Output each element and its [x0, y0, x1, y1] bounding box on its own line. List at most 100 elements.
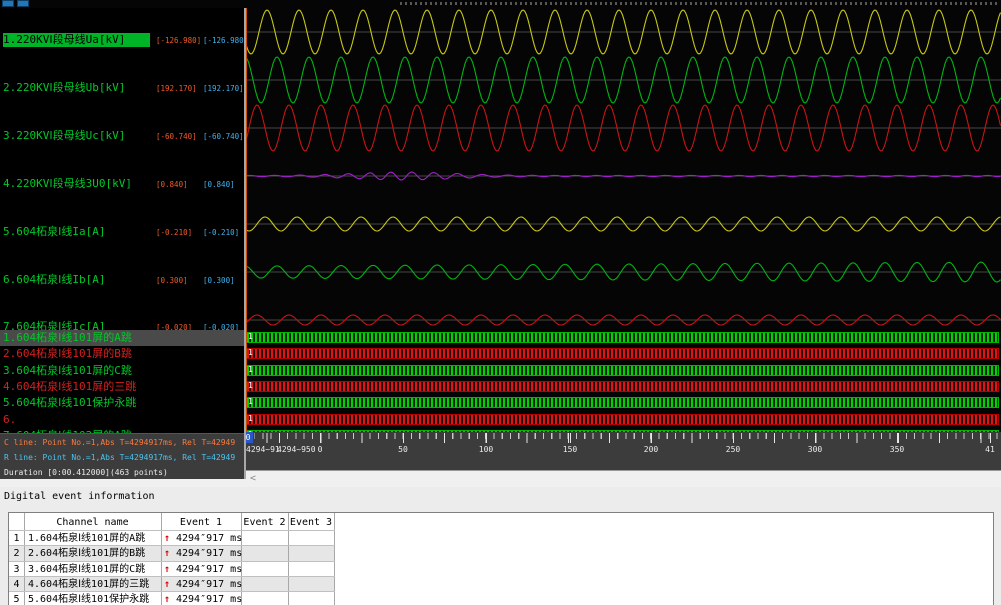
column-header: Event 3: [288, 516, 334, 529]
digital-channel-row[interactable]: 6.: [3, 413, 244, 427]
time-axis-label: 300: [808, 445, 822, 455]
digital-channel-label: 6.: [3, 413, 16, 426]
analog-channel-row[interactable]: 4.220KVⅠ段母线3U0[kV] [0.840] [0.840]: [3, 177, 244, 191]
time-axis-label: 250: [726, 445, 740, 455]
channel-name-cell: 5.604柘泉Ⅰ线101保护永跳: [28, 593, 149, 605]
cursor-position-flag[interactable]: 0: [246, 432, 253, 443]
digital-waveform-bar: 1: [246, 397, 999, 408]
rising-edge-icon: ↑: [164, 593, 170, 605]
toolbar-button-icon[interactable]: [2, 0, 14, 7]
channel-name-cell: 1.604柘泉Ⅰ线101屏的A跳: [28, 532, 145, 545]
waveform-area[interactable]: 1111111: [246, 8, 1001, 432]
analog-waveforms: [246, 8, 1001, 330]
event1-time: 4294″917 ms: [176, 578, 242, 591]
digital-state-label: 1: [248, 414, 253, 424]
channel-label: 6.604柘泉Ⅰ线Ib[A]: [3, 273, 105, 286]
time-axis-label: 100: [479, 445, 493, 455]
analog-channel-row[interactable]: 2.220KVⅠ段母线Ub[kV] [192.170] [192.170]: [3, 81, 244, 95]
channel-label: 4.220KVⅠ段母线3U0[kV]: [3, 177, 132, 190]
digital-channel-row[interactable]: 2.604柘泉Ⅰ线101屏的B跳: [3, 347, 244, 361]
waveform-analysis-window: 1.220KVⅠ段母线Ua[kV] [-126.980] [-126.980] …: [0, 0, 1001, 605]
digital-channel-row[interactable]: 3.604柘泉Ⅰ线101屏的C跳: [3, 364, 244, 378]
digital-channel-row[interactable]: 4.604柘泉Ⅰ线101屏的三跳: [3, 380, 244, 394]
column-header: Channel name: [24, 516, 161, 529]
digital-state-label: 1: [248, 332, 253, 342]
time-axis-label: 150: [563, 445, 577, 455]
digital-channel-row[interactable]: 5.604柘泉Ⅰ线101保护永跳: [3, 396, 244, 410]
ref-value: [-0.210]: [203, 228, 239, 238]
digital-waveform-bar: 1: [246, 381, 999, 392]
event1-time: 4294″917 ms: [176, 593, 242, 605]
time-axis-label: 350: [890, 445, 904, 455]
cursor-line[interactable]: [246, 8, 247, 432]
channel-label: 5.604柘泉Ⅰ线Ia[A]: [3, 225, 105, 238]
digital-waveform-bar: 1: [246, 414, 999, 425]
digital-waveform-bar: 1: [246, 365, 999, 376]
titlebar: [0, 0, 1001, 8]
panel-bottom-fill: [0, 479, 246, 487]
row-number: 3: [9, 563, 24, 576]
time-axis-label: 0: [318, 445, 323, 455]
column-header: Event 2: [241, 516, 288, 529]
event-table: Channel name Event 1 Event 2 Event 3 1 1…: [8, 512, 994, 605]
cursor-value: [-60.740]: [156, 132, 197, 142]
r-line-status: R line: Point No.=1,Abs T=4294917ms, Rel…: [4, 452, 244, 464]
cursor-value: [0.840]: [156, 180, 188, 190]
event1-time: 4294″917 ms: [176, 563, 242, 576]
scroll-left-button[interactable]: <: [250, 473, 256, 484]
titlebar-text-clipped: [400, 2, 998, 5]
cursor-value: [0.300]: [156, 276, 188, 286]
digital-channel-row[interactable]: 1.604柘泉Ⅰ线101屏的A跳: [3, 331, 244, 345]
digital-state-label: 1: [248, 397, 253, 407]
c-line-status: C line: Point No.=1,Abs T=4294917ms, Rel…: [4, 437, 244, 449]
duration-status: Duration [0:00.412000](463 points): [4, 467, 244, 479]
time-axis[interactable]: 4294~914294~95005010015020025030035041 0: [246, 432, 1001, 470]
channel-name-cell: 2.604柘泉Ⅰ线101屏的B跳: [28, 547, 145, 560]
ref-value: [-60.740]: [203, 132, 244, 142]
rising-edge-icon: ↑: [164, 578, 170, 591]
event1-time: 4294″917 ms: [176, 547, 242, 560]
analog-channel-row[interactable]: 1.220KVⅠ段母线Ua[kV] [-126.980] [-126.980]: [3, 33, 244, 47]
rising-edge-icon: ↑: [164, 532, 170, 545]
digital-state-label: 1: [248, 365, 253, 375]
time-axis-abs-label: 4294~91: [246, 445, 280, 455]
ref-value: [0.300]: [203, 276, 235, 286]
time-axis-label: 50: [398, 445, 408, 455]
channel-list-panel: 1.220KVⅠ段母线Ua[kV] [-126.980] [-126.980] …: [0, 8, 244, 487]
digital-event-section: Digital event information Channel name E…: [0, 487, 1001, 605]
digital-waveform-bar: 1: [246, 332, 999, 343]
cursor-value: [-0.210]: [156, 228, 192, 238]
toolbar-button-icon[interactable]: [17, 0, 29, 7]
digital-channel-label: 4.604柘泉Ⅰ线101屏的三跳: [3, 380, 136, 393]
row-number: 2: [9, 547, 24, 560]
channel-label: 3.220KVⅠ段母线Uc[kV]: [3, 129, 125, 142]
digital-channel-label: 3.604柘泉Ⅰ线101屏的C跳: [3, 364, 132, 377]
ref-value: [192.170]: [203, 84, 244, 94]
event1-time: 4294″917 ms: [176, 532, 242, 545]
column-header: Event 1: [161, 516, 241, 529]
cursor-value: [192.170]: [156, 84, 197, 94]
ref-value: [0.840]: [203, 180, 235, 190]
digital-channel-label: 5.604柘泉Ⅰ线101保护永跳: [3, 396, 136, 409]
rising-edge-icon: ↑: [164, 563, 170, 576]
digital-state-label: 1: [248, 381, 253, 391]
cursor-value: [-126.980]: [156, 36, 201, 46]
row-number: 4: [9, 578, 24, 591]
channel-label: 2.220KVⅠ段母线Ub[kV]: [3, 81, 125, 94]
digital-channel-label: 2.604柘泉Ⅰ线101屏的B跳: [3, 347, 132, 360]
digital-state-label: 1: [248, 348, 253, 358]
section-title: Digital event information: [4, 491, 155, 502]
channel-label: 1.220KVⅠ段母线Ua[kV]: [3, 33, 150, 47]
time-axis-abs-label: 4294~950: [277, 445, 316, 455]
analog-channel-row[interactable]: 3.220KVⅠ段母线Uc[kV] [-60.740] [-60.740]: [3, 129, 244, 143]
horizontal-scrollbar[interactable]: <: [246, 470, 1001, 487]
analog-channel-row[interactable]: 5.604柘泉Ⅰ线Ia[A] [-0.210] [-0.210]: [3, 225, 244, 239]
channel-name-cell: 3.604柘泉Ⅰ线101屏的C跳: [28, 563, 145, 576]
time-axis-label: 41: [985, 445, 995, 455]
major-ticks: [246, 433, 1001, 443]
digital-waveform-bar: 1: [246, 348, 999, 359]
time-axis-label: 200: [644, 445, 658, 455]
rising-edge-icon: ↑: [164, 547, 170, 560]
ref-value: [-126.980]: [203, 36, 244, 46]
analog-channel-row[interactable]: 6.604柘泉Ⅰ线Ib[A] [0.300] [0.300]: [3, 273, 244, 287]
